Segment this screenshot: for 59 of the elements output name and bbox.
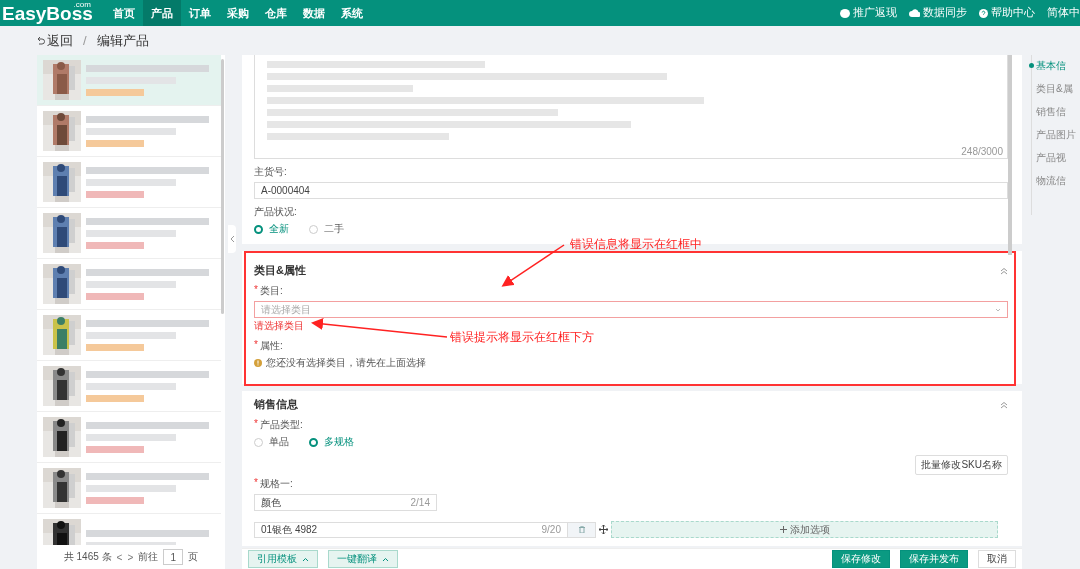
nav-tab[interactable]: 仓库 — [256, 0, 295, 26]
action-button[interactable]: 取消 — [978, 550, 1016, 568]
radio-label: 全新 — [269, 222, 289, 236]
header-link[interactable]: 推广返现 — [840, 6, 897, 20]
page-input[interactable]: 1 — [163, 549, 184, 565]
required-mark: * — [254, 284, 258, 297]
radio-label: 多规格 — [324, 435, 354, 449]
error-message: 请选择类目 — [254, 319, 304, 333]
easyboss-logo[interactable]: EasyBoss .com — [2, 0, 93, 26]
add-option-button[interactable]: 添加选项 — [611, 521, 998, 538]
page-unit: 页 — [188, 550, 199, 564]
nav-tab[interactable]: 订单 — [180, 0, 219, 26]
batch-rename-button[interactable]: 批量修改SKU名称 — [915, 455, 1008, 475]
nav-tab[interactable]: 产品 — [142, 0, 181, 26]
sku-input[interactable]: A-0000404 — [254, 182, 1008, 199]
field-label: 产品状况: — [254, 205, 297, 219]
option-input[interactable]: 01银色 4982 9/20 — [254, 521, 596, 538]
header-link[interactable]: 帮助中心 — [979, 6, 1035, 20]
dropdown-button[interactable]: 一键翻译 — [328, 550, 398, 568]
field-label: 类目: — [259, 284, 283, 298]
section-title: 类目&属性 — [254, 263, 306, 278]
required-mark: * — [254, 339, 258, 352]
category-select[interactable]: 请选择类目 — [254, 301, 1008, 318]
anchor-link[interactable]: 销售信 — [1036, 105, 1080, 128]
nav-tab[interactable]: 采购 — [218, 0, 257, 26]
anchor-link[interactable]: 基本信 — [1036, 59, 1080, 82]
spec-input[interactable]: 颜色 2/14 — [254, 494, 437, 511]
section-title: 销售信息 — [254, 397, 298, 412]
field-label: 属性: — [259, 339, 283, 353]
nav-tab[interactable]: 数据 — [294, 0, 333, 26]
total-count: 共 1465 条 — [63, 550, 112, 564]
dropdown-button[interactable]: 引用模板 — [248, 550, 318, 568]
header-link[interactable]: 数据同步 — [909, 6, 967, 20]
required-mark: * — [254, 477, 258, 490]
prev-page-button[interactable]: < — [116, 551, 123, 563]
annotation-text: 错误提示将显示在红框下方 — [450, 329, 594, 346]
nav-tab[interactable]: 系统 — [332, 0, 371, 26]
hint-text: 您还没有选择类目，请先在上面选择 — [266, 356, 426, 370]
description-field[interactable]: 248/3000 — [254, 55, 1008, 159]
anchor-link[interactable]: 产品图片 — [1036, 128, 1080, 151]
annotation-text: 错误信息将显示在红框中 — [570, 236, 702, 253]
radio-label: 单品 — [269, 435, 289, 449]
field-label: 产品类型: — [259, 418, 303, 432]
goto-label: 前往 — [138, 550, 159, 564]
action-button[interactable]: 保存并发布 — [900, 550, 968, 568]
radio-label: 二手 — [324, 222, 344, 236]
next-page-button[interactable]: > — [127, 551, 134, 563]
nav-tab[interactable]: 首页 — [104, 0, 143, 26]
page-title: 编辑产品 — [96, 31, 149, 50]
anchor-link[interactable]: 物流信 — [1036, 174, 1080, 197]
back-link[interactable]: 返回 — [36, 31, 73, 50]
anchor-link[interactable]: 类目&属 — [1036, 82, 1080, 105]
field-label: 主货号: — [254, 165, 287, 179]
action-button[interactable]: 保存修改 — [832, 550, 890, 568]
language-selector[interactable]: 简体中 — [1047, 6, 1080, 20]
field-label: 规格一: — [259, 477, 293, 491]
breadcrumb-separator: / — [83, 33, 87, 48]
required-mark: * — [254, 418, 258, 431]
anchor-link[interactable]: 产品视 — [1036, 151, 1080, 174]
